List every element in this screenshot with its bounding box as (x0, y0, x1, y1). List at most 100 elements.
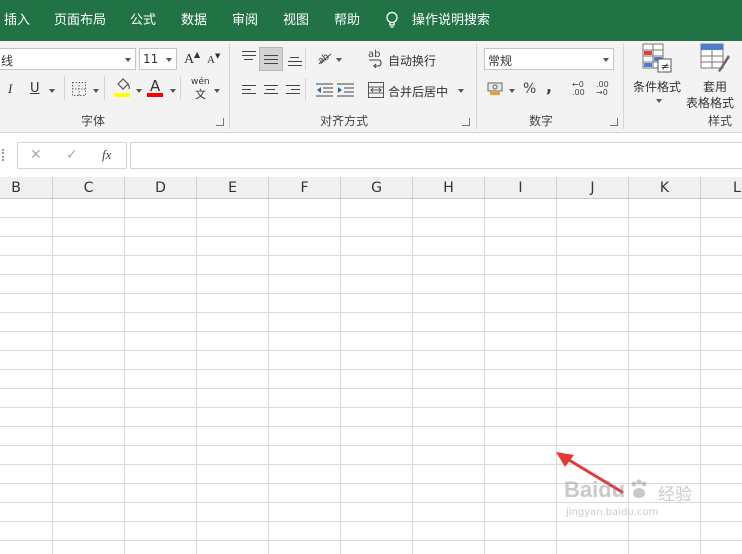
orientation-button[interactable]: ab (316, 48, 334, 68)
styles-group-label: 样式 (708, 114, 733, 128)
tell-me-search[interactable] (385, 11, 399, 32)
ribbon-tab-bar: 插入 页面布局 公式 数据 审阅 视图 帮助 操作说明搜索 (0, 0, 742, 41)
increase-decimal-bottom: .00 (572, 88, 585, 97)
conditional-format-button[interactable]: ≠ 条件格式 (630, 43, 686, 109)
chevron-down-icon (49, 89, 55, 93)
merge-center-button[interactable]: 合并后居中 (388, 83, 448, 100)
enter-button[interactable]: ✓ (66, 147, 78, 163)
tab-data[interactable]: 数据 (181, 0, 207, 41)
formula-input[interactable] (130, 142, 742, 169)
chevron-down-icon (93, 89, 99, 93)
column-header-e[interactable]: E (197, 177, 269, 199)
column-header-k[interactable]: K (629, 177, 701, 199)
borders-button[interactable] (72, 82, 86, 96)
shrink-font-label: A (207, 54, 215, 66)
column-header-j[interactable]: J (557, 177, 629, 199)
watermark-brand: Baidu (564, 477, 626, 502)
paw-icon (631, 479, 647, 498)
tab-review[interactable]: 审阅 (232, 0, 258, 41)
grip-icon (2, 149, 4, 161)
chevron-down-icon (170, 89, 176, 93)
column-header-l[interactable]: L (701, 177, 742, 199)
number-format-value: 常规 (488, 54, 513, 68)
chevron-down-icon (509, 89, 515, 93)
svg-text:≠: ≠ (661, 60, 670, 73)
decrease-indent-button[interactable] (316, 83, 334, 97)
chevron-down-icon (214, 89, 220, 93)
increase-indent-button[interactable] (337, 83, 355, 97)
align-right-button[interactable] (286, 85, 300, 97)
italic-button[interactable]: I (8, 81, 12, 97)
divider (305, 78, 306, 100)
currency-icon (487, 82, 503, 95)
fill-color-button[interactable] (114, 78, 132, 100)
align-middle-icon (264, 55, 278, 65)
increase-decimal-button[interactable]: ←0 .00 (572, 81, 592, 101)
chevron-down-icon (458, 89, 464, 93)
font-name-value: 线 (1, 54, 14, 68)
divider (64, 76, 65, 100)
shrink-font-button[interactable]: A ▼ (206, 52, 224, 68)
insert-function-button[interactable]: fx (102, 147, 111, 163)
column-header-g[interactable]: G (341, 177, 413, 199)
comma-style-button[interactable]: , (546, 77, 552, 96)
underline-button[interactable]: U (30, 81, 40, 96)
column-header-d[interactable]: D (125, 177, 197, 199)
align-left-button[interactable] (242, 85, 256, 97)
font-name-dropdown[interactable]: 线 (0, 48, 136, 70)
font-color-button[interactable]: A (147, 77, 165, 99)
chevron-down-icon (336, 58, 342, 62)
grow-font-button[interactable]: A ▲ (183, 50, 201, 68)
watermark-url: jingyan.baidu.com (566, 507, 659, 518)
column-header-b[interactable]: B (0, 177, 53, 199)
border-icon (72, 82, 86, 96)
tab-view[interactable]: 视图 (283, 0, 309, 41)
font-color-swatch (147, 93, 163, 97)
caret-up-icon: ▲ (194, 50, 201, 59)
chevron-down-icon (603, 58, 609, 62)
phonetic-guide-button[interactable]: wén 文 (190, 77, 212, 101)
align-top-button[interactable] (242, 51, 256, 63)
dialog-launcher-icon[interactable] (216, 118, 224, 126)
font-size-dropdown[interactable]: 11 (139, 48, 177, 70)
table-format-label-2: 表格格式 (686, 96, 735, 110)
tell-me-label[interactable]: 操作说明搜索 (412, 0, 490, 41)
format-as-table-button[interactable]: 套用 表格格式 (686, 43, 742, 110)
formula-bar: ✕ ✓ fx (0, 133, 742, 177)
decrease-decimal-button[interactable]: .00 →0 (596, 81, 616, 101)
decrease-indent-icon (316, 83, 333, 97)
dialog-launcher-icon[interactable] (462, 118, 470, 126)
align-center-button[interactable] (264, 85, 278, 97)
increase-indent-icon (337, 83, 354, 97)
percent-style-button[interactable]: % (523, 81, 536, 97)
merge-cells-icon (368, 82, 384, 98)
divider (476, 43, 477, 129)
caret-down-icon: ▼ (215, 52, 221, 60)
font-size-value: 11 (143, 52, 159, 66)
wrap-text-button[interactable]: 自动换行 (388, 52, 436, 69)
accounting-format-button[interactable] (487, 81, 505, 97)
column-header-c[interactable]: C (53, 177, 125, 199)
divider (104, 76, 105, 100)
align-middle-button[interactable] (259, 47, 283, 71)
chevron-down-icon (125, 58, 131, 62)
tab-insert[interactable]: 插入 (4, 0, 30, 41)
wrap-arrow-icon (369, 59, 382, 68)
tab-formulas[interactable]: 公式 (130, 0, 156, 41)
baidu-watermark: Baidu 经验 jingyan.baidu.com (564, 477, 714, 521)
fill-color-swatch (114, 93, 130, 97)
number-format-dropdown[interactable]: 常规 (484, 48, 614, 70)
column-header-i[interactable]: I (485, 177, 557, 199)
column-header-h[interactable]: H (413, 177, 485, 199)
align-bottom-button[interactable] (288, 57, 302, 69)
cancel-button[interactable]: ✕ (30, 147, 42, 163)
chevron-down-icon (166, 58, 172, 62)
tab-page-layout[interactable]: 页面布局 (54, 0, 106, 41)
tab-help[interactable]: 帮助 (334, 0, 360, 41)
conditional-format-label: 条件格式 (633, 80, 682, 94)
text-orientation-icon: ab (316, 51, 332, 67)
divider (229, 43, 230, 129)
worksheet-grid[interactable]: B C D E F G H I J K L Baidu 经验 jingyan.b (0, 177, 742, 554)
column-header-f[interactable]: F (269, 177, 341, 199)
dialog-launcher-icon[interactable] (610, 118, 618, 126)
